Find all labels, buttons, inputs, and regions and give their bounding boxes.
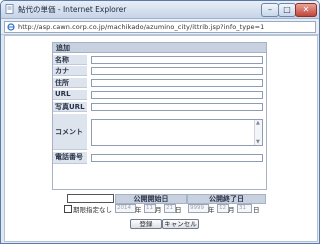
register-button[interactable]: 登録 <box>130 219 162 229</box>
start-year-input[interactable]: 2014 <box>115 204 136 213</box>
end-year-unit: 年 <box>208 206 215 214</box>
kana-label: カナ <box>53 66 87 76</box>
maximize-button[interactable]: □ <box>278 3 296 17</box>
comment-textarea[interactable]: ▲ ▼ <box>91 119 263 146</box>
close-button[interactable]: ✕ <box>295 3 317 17</box>
photo-url-field[interactable] <box>91 103 263 111</box>
period-blank-field[interactable] <box>67 194 114 203</box>
scroll-up-icon[interactable]: ▲ <box>256 120 260 126</box>
url-field[interactable]: http://asp.cawn.corp.co.jp/machikado/azu… <box>4 21 316 33</box>
photo-url-label: 写真URL <box>53 102 87 112</box>
url-input[interactable] <box>91 91 263 99</box>
phone-field[interactable] <box>91 154 263 162</box>
unlimited-label: 期限指定なし <box>73 206 112 214</box>
publish-period: 公開開始日 公開終了日 期限指定なし 2014 年 11 月 21 日 9999… <box>64 194 266 214</box>
browser-window: 鮎代の単価 - Internet Explorer – □ ✕ http://a… <box>0 0 320 244</box>
comment-scrollbar[interactable]: ▲ ▼ <box>254 120 262 145</box>
name-field[interactable] <box>91 56 263 64</box>
start-day-unit: 日 <box>175 206 182 214</box>
address-field[interactable] <box>91 79 263 87</box>
unlimited-checkbox[interactable] <box>64 205 72 213</box>
scroll-down-icon[interactable]: ▼ <box>256 139 260 145</box>
page-content: 追加 名称 カナ 住所 URL 写真URL コメント ▲ ▼ 電話番号 公開開始… <box>4 35 318 242</box>
address-label: 住所 <box>53 78 87 88</box>
cancel-button[interactable]: キャンセル <box>162 219 199 229</box>
end-day-input[interactable]: 31 <box>237 204 252 213</box>
title-bar[interactable]: 鮎代の単価 - Internet Explorer – □ ✕ <box>1 1 319 19</box>
start-year-unit: 年 <box>135 206 142 214</box>
ie-icon <box>7 23 15 31</box>
page-icon <box>5 4 14 14</box>
address-bar: http://asp.cawn.corp.co.jp/machikado/azu… <box>1 19 319 35</box>
url-text: http://asp.cawn.corp.co.jp/machikado/azu… <box>18 23 265 31</box>
end-day-unit: 日 <box>253 206 260 214</box>
entry-form: 名称 カナ 住所 URL 写真URL コメント ▲ ▼ 電話番号 <box>52 52 267 190</box>
start-date-header: 公開開始日 <box>115 194 187 204</box>
end-year-input[interactable]: 9999 <box>188 204 209 213</box>
start-month-unit: 月 <box>155 206 162 214</box>
end-date-header: 公開終了日 <box>187 194 266 204</box>
window-title: 鮎代の単価 - Internet Explorer <box>18 5 127 14</box>
name-label: 名称 <box>53 55 87 65</box>
phone-label: 電話番号 <box>53 152 87 164</box>
end-month-unit: 月 <box>228 206 235 214</box>
kana-field[interactable] <box>91 67 263 75</box>
minimize-button[interactable]: – <box>261 3 279 17</box>
comment-label: コメント <box>53 114 87 150</box>
period-row: 期限指定なし 2014 年 11 月 21 日 9999 年 12 月 31 日 <box>64 204 265 214</box>
url-label: URL <box>53 90 87 100</box>
